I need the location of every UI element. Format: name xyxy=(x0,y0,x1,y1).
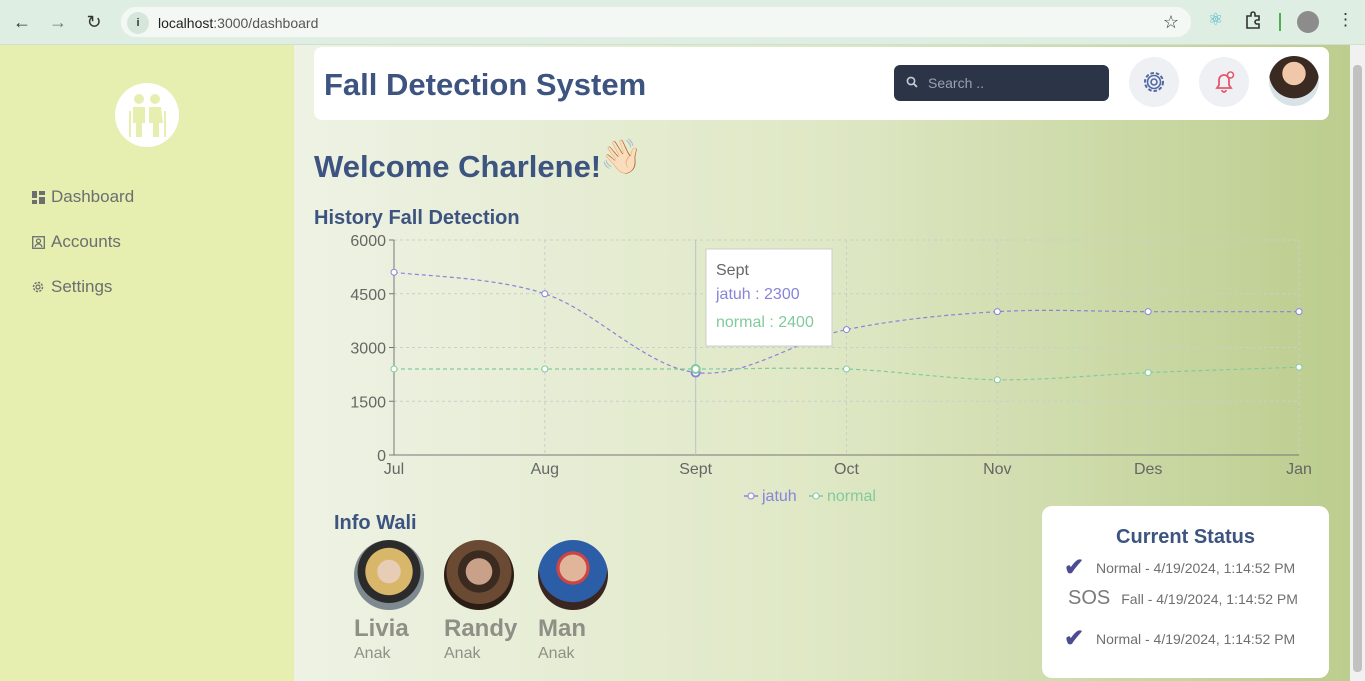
y-tick-label: 3000 xyxy=(350,341,386,358)
x-tick-label: Des xyxy=(1134,461,1162,478)
status-row: ✔ Normal - 4/19/2024, 1:14:52 PM xyxy=(1064,553,1295,582)
status-row: ✔ Normal - 4/19/2024, 1:14:52 PM xyxy=(1064,624,1295,653)
series-line-jatuh xyxy=(393,271,1299,374)
x-tick-label: Oct xyxy=(834,461,859,478)
data-point-jatuh xyxy=(390,268,398,276)
wali-role: Anak xyxy=(444,645,481,662)
dashboard-icon xyxy=(31,190,45,204)
data-point-jatuh xyxy=(541,290,549,298)
wali-role: Anak xyxy=(354,645,391,662)
sidebar-item-accounts[interactable]: Accounts xyxy=(31,232,121,252)
reload-icon[interactable]: ↻ xyxy=(81,9,107,35)
avatar xyxy=(538,540,608,610)
back-icon[interactable]: ← xyxy=(9,9,35,35)
data-point-jatuh xyxy=(993,308,1001,316)
elderly-couple-icon xyxy=(129,94,166,137)
wali-name: Livia xyxy=(354,615,409,642)
profile-avatar[interactable] xyxy=(1297,11,1319,33)
check-icon: ✔ xyxy=(1064,625,1085,652)
react-devtools-icon[interactable]: ⚛ xyxy=(1208,10,1223,30)
wali-name: Randy xyxy=(444,615,518,642)
url-path: :3000/dashboard xyxy=(213,15,319,31)
legend-label-normal: normal xyxy=(827,488,876,505)
tooltip-normal: normal : 2400 xyxy=(716,314,814,331)
data-point-normal xyxy=(1295,363,1303,371)
data-point-normal xyxy=(390,365,398,373)
legend-marker-normal xyxy=(812,492,820,500)
data-point-jatuh xyxy=(843,326,850,334)
avatar xyxy=(354,540,424,610)
address-bar[interactable]: i localhost:3000/dashboard ☆ xyxy=(120,6,1192,38)
account-icon xyxy=(31,235,45,249)
data-point-normal xyxy=(993,376,1001,384)
tooltip-category: Sept xyxy=(716,262,749,279)
legend-label-jatuh: jatuh xyxy=(761,488,797,505)
y-tick-label: 4500 xyxy=(350,287,386,304)
page-scrollbar[interactable] xyxy=(1350,45,1365,681)
legend-marker-jatuh xyxy=(747,492,755,500)
x-tick-label: Sept xyxy=(679,461,712,478)
site-info-icon[interactable]: i xyxy=(127,12,149,34)
menu-icon[interactable]: ⋮ xyxy=(1337,10,1354,30)
data-point-jatuh xyxy=(1144,308,1152,316)
data-point-normal xyxy=(541,365,549,373)
scrollbar-thumb[interactable] xyxy=(1353,65,1362,672)
data-point-jatuh xyxy=(1295,308,1303,316)
sidebar: Dashboard Accounts Settings xyxy=(0,45,294,681)
sidebar-item-dashboard[interactable]: Dashboard xyxy=(31,187,134,207)
status-text: Normal - 4/19/2024, 1:14:52 PM xyxy=(1096,630,1296,647)
y-tick-label: 1500 xyxy=(350,394,386,411)
bookmark-star-icon[interactable]: ☆ xyxy=(1163,12,1179,33)
status-row: SOS Fall - 4/19/2024, 1:14:52 PM xyxy=(1068,587,1298,610)
info-wali-title: Info Wali xyxy=(334,512,417,534)
wali-name: Man xyxy=(538,615,586,642)
sos-label: SOS xyxy=(1068,587,1111,609)
avatar xyxy=(444,540,514,610)
x-tick-label: Jan xyxy=(1286,461,1312,478)
wali-card[interactable]: Livia Anak xyxy=(354,540,434,663)
url-text: localhost:3000/dashboard xyxy=(158,15,318,31)
main-content: Fall Detection System Welcome Charlene! … xyxy=(294,45,1350,681)
data-point-normal xyxy=(1144,369,1152,377)
wali-card[interactable]: Randy Anak xyxy=(444,540,524,663)
sidebar-item-label: Dashboard xyxy=(51,187,135,206)
status-text: Normal - 4/19/2024, 1:14:52 PM xyxy=(1096,559,1296,576)
tooltip-jatuh: jatuh : 2300 xyxy=(715,286,800,303)
fall-history-chart: 01500300045006000Jul Aug Sept Oct Nov Des Janj… xyxy=(350,233,1312,505)
wali-card[interactable]: Man Anak xyxy=(538,540,618,663)
sidebar-item-settings[interactable]: Settings xyxy=(31,277,112,297)
sidebar-item-label: Accounts xyxy=(51,232,121,251)
x-tick-label: Nov xyxy=(983,461,1011,478)
x-tick-label: Aug xyxy=(531,461,559,478)
wali-role: Anak xyxy=(538,645,575,662)
toolbar-divider xyxy=(1279,13,1281,31)
y-tick-label: 6000 xyxy=(350,233,386,250)
extensions-icon[interactable] xyxy=(1244,10,1264,35)
data-point-normal xyxy=(690,364,701,374)
x-tick-label: Jul xyxy=(384,461,404,478)
browser-toolbar: ← → ↻ i localhost:3000/dashboard ☆ ⚛ ⋮ xyxy=(0,0,1365,45)
data-point-normal xyxy=(843,365,850,373)
forward-icon[interactable]: → xyxy=(45,9,71,35)
status-title: Current Status xyxy=(1116,526,1255,548)
app-logo xyxy=(115,83,179,147)
status-text: Fall - 4/19/2024, 1:14:52 PM xyxy=(1121,590,1298,607)
sidebar-item-label: Settings xyxy=(51,277,113,296)
current-status-card: Current Status ✔ Normal - 4/19/2024, 1:1… xyxy=(1042,506,1329,678)
gear-icon xyxy=(31,280,45,294)
check-icon: ✔ xyxy=(1064,554,1085,581)
url-host: localhost xyxy=(158,15,214,31)
